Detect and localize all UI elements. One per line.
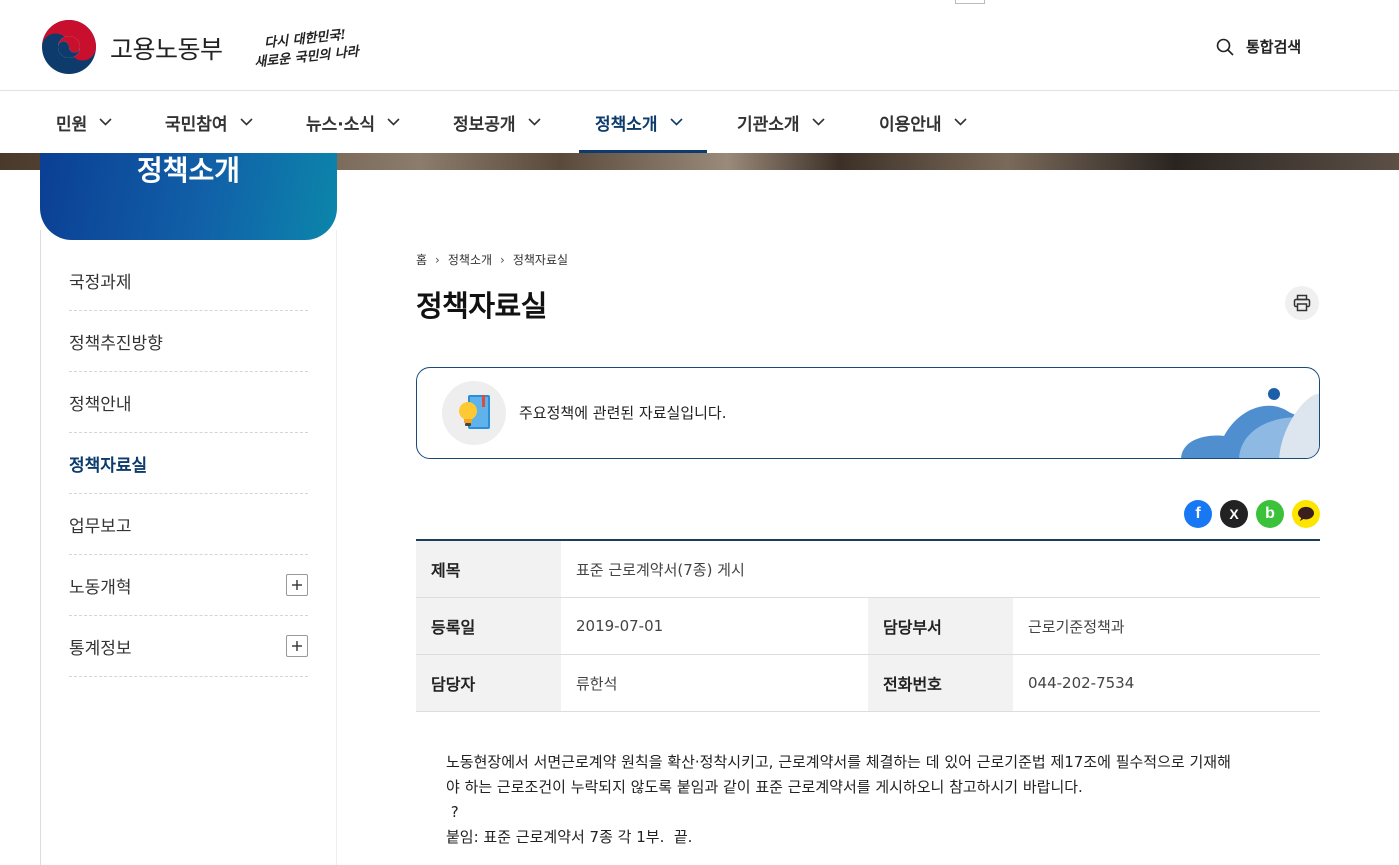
gnb-item-label: 정책소개: [595, 114, 658, 135]
gnb-item-label: 정보공개: [453, 114, 516, 135]
print-button[interactable]: [1285, 286, 1319, 320]
lnb-divider: [40, 230, 41, 865]
lnb-item-policy-guide[interactable]: 정책안내: [69, 372, 308, 433]
gnb-item-info-disclosure[interactable]: 정보공개: [453, 91, 541, 153]
lnb-item-label: 노동개혁: [69, 577, 132, 598]
title-label: 제목: [416, 541, 561, 597]
gnb-item-label: 이용안내: [879, 114, 942, 135]
wave-decoration-icon: [1181, 388, 1319, 458]
gnb-item-guide[interactable]: 이용안내: [879, 91, 967, 153]
gnb-item-label: 국민참여: [165, 114, 228, 135]
body-line: 야 하는 근로조건이 누락되지 않도록 붙임과 같이 표준 근로계약서를 게시하…: [446, 778, 1083, 796]
lnb-item-label: 국정과제: [69, 272, 132, 293]
body-line: 붙임: 표준 근로계약서 7종 각 1부. 끝.: [446, 828, 693, 846]
org-name[interactable]: 고용노동부: [110, 30, 223, 66]
intro-text: 주요정책에 관련된 자료실입니다.: [519, 404, 727, 422]
government-taegeuk-logo-icon[interactable]: [40, 20, 98, 74]
lnb-menu: 국정과제 정책추진방향 정책안내 정책자료실 업무보고 노동개혁 통계정보: [69, 250, 308, 677]
gnb-item-label: 뉴스·소식: [306, 114, 376, 135]
plus-icon: [292, 580, 302, 590]
lnb-item-label: 정책안내: [69, 394, 132, 415]
table-row: 등록일 2019-07-01 담당부서 근로기준정책과: [416, 598, 1320, 655]
expand-button[interactable]: [286, 574, 308, 596]
body-line: 노동현장에서 서면근로계약 원칙을 확산·정착시키고, 근로계약서를 체결하는 …: [446, 753, 1231, 771]
band-icon: b: [1265, 505, 1275, 522]
lnb-divider-right: [336, 230, 337, 865]
gnb-item-news[interactable]: 뉴스·소식: [306, 91, 400, 153]
manager-label: 담당자: [416, 655, 561, 711]
lnb-item-labor-reform[interactable]: 노동개혁: [69, 555, 308, 616]
lnb-item-policy-archive[interactable]: 정책자료실: [69, 433, 308, 494]
facebook-icon: f: [1195, 505, 1201, 522]
breadcrumb: 홈 › 정책소개 › 정책자료실: [416, 251, 568, 268]
printer-icon: [1293, 294, 1311, 312]
lnb-item-label: 정책자료실: [69, 455, 148, 476]
body-line: ?: [446, 803, 459, 821]
integrated-search-button[interactable]: 통합검색: [1216, 36, 1301, 57]
lnb-item-label: 업무보고: [69, 516, 132, 537]
gnb-item-participation[interactable]: 국민참여: [165, 91, 253, 153]
title-value: 표준 근로계약서(7종) 게시: [576, 560, 745, 579]
dept-label: 담당부서: [868, 598, 1013, 654]
lnb-item-work-report[interactable]: 업무보고: [69, 494, 308, 555]
gnb-item-label: 민원: [56, 114, 88, 135]
date-label: 등록일: [416, 598, 561, 654]
lnb-title: 정책소개: [40, 153, 337, 240]
lnb-item-national-tasks[interactable]: 국정과제: [69, 250, 308, 311]
kakao-speech-bubble-icon: [1298, 506, 1314, 522]
plus-icon: [292, 641, 302, 651]
gnb-item-about[interactable]: 기관소개: [737, 91, 825, 153]
breadcrumb-policy[interactable]: 정책소개: [448, 251, 492, 268]
global-navigation: 민원 국민참여 뉴스·소식 정보공개 정책소개 기관소개 이용안내: [0, 91, 1399, 153]
chevron-down-icon: [669, 118, 683, 126]
info-table: 제목 표준 근로계약서(7종) 게시 등록일 2019-07-01 담당부서 근…: [416, 539, 1320, 712]
lnb-item-statistics[interactable]: 통계정보: [69, 616, 308, 677]
table-row: 제목 표준 근로계약서(7종) 게시: [416, 541, 1320, 598]
gnb-item-policy[interactable]: 정책소개: [579, 91, 707, 153]
breadcrumb-home[interactable]: 홈: [416, 251, 427, 268]
intro-box: 주요정책에 관련된 자료실입니다.: [416, 367, 1320, 459]
chevron-down-icon: [811, 118, 825, 126]
chevron-down-icon: [527, 118, 541, 126]
chevron-right-icon: ›: [435, 252, 440, 267]
search-label: 통합검색: [1246, 38, 1302, 56]
phone-label: 전화번호: [868, 655, 1013, 711]
gnb-item-civil-service[interactable]: 민원: [56, 91, 112, 153]
intro-icon-circle: [442, 381, 506, 445]
gnb-item-label: 기관소개: [737, 114, 800, 135]
chevron-down-icon: [953, 118, 967, 126]
band-share-button[interactable]: b: [1256, 500, 1284, 528]
share-buttons: f X b: [1184, 500, 1320, 528]
chevron-right-icon: ›: [500, 252, 505, 267]
lnb-item-policy-direction[interactable]: 정책추진방향: [69, 311, 308, 372]
lnb-item-label: 통계정보: [69, 638, 132, 659]
expand-button[interactable]: [286, 635, 308, 657]
site-header: 고용노동부 다시 대한민국! 새로운 국민의 나라 통합검색: [0, 0, 1399, 91]
breadcrumb-current[interactable]: 정책자료실: [513, 251, 568, 268]
chevron-down-icon: [99, 118, 112, 126]
kakao-share-button[interactable]: [1292, 500, 1320, 528]
slogan-handwriting: 다시 대한민국! 새로운 국민의 나라: [254, 26, 364, 71]
manager-value: 류한석: [576, 674, 618, 693]
dept-value: 근로기준정책과: [1028, 617, 1125, 636]
article-body: 노동현장에서 서면근로계약 원칙을 확산·정착시키고, 근로계약서를 체결하는 …: [446, 750, 1296, 850]
phone-value: 044-202-7534: [1028, 674, 1135, 692]
table-row: 담당자 류한석 전화번호 044-202-7534: [416, 655, 1320, 712]
x-icon: X: [1229, 506, 1239, 522]
lightbulb-book-icon: [459, 395, 490, 429]
date-value: 2019-07-01: [576, 617, 664, 635]
chevron-down-icon: [387, 118, 400, 126]
facebook-share-button[interactable]: f: [1184, 500, 1212, 528]
page-title: 정책자료실: [416, 289, 547, 323]
search-icon: [1216, 38, 1234, 56]
chevron-down-icon: [239, 118, 253, 126]
lnb-item-label: 정책추진방향: [69, 333, 163, 354]
x-share-button[interactable]: X: [1220, 500, 1248, 528]
